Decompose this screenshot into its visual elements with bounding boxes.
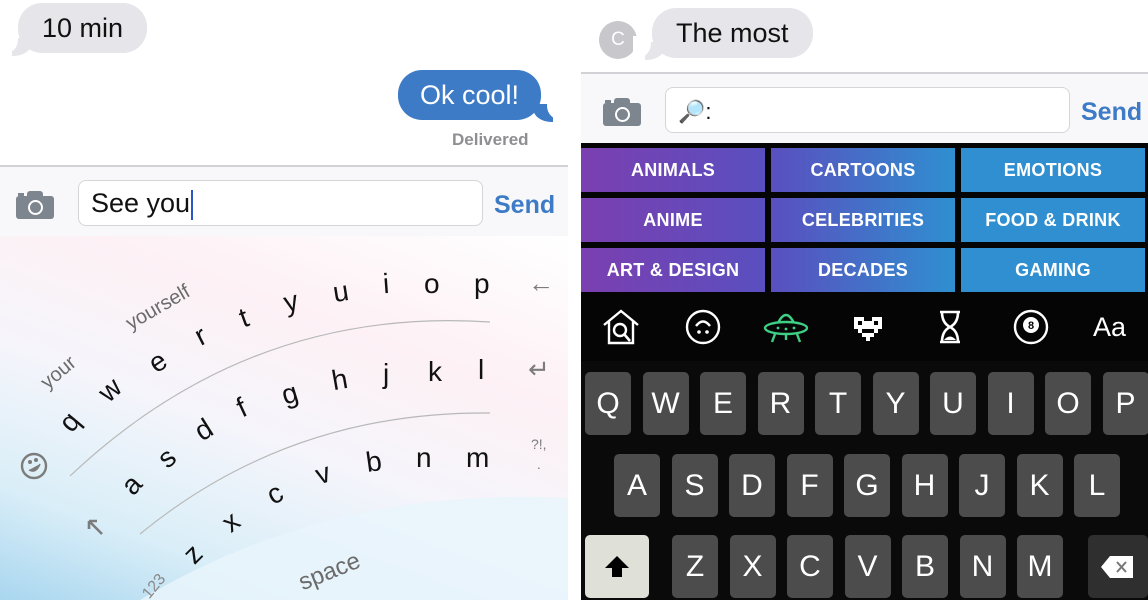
svg-text:8: 8 — [1028, 320, 1034, 332]
key-s[interactable]: S — [671, 454, 718, 517]
eight-ball-icon[interactable]: 8 — [1011, 307, 1051, 347]
key-f[interactable]: F — [786, 454, 833, 517]
category-grid: ANIMALS CARTOONS EMOTIONS ANIME CELEBRITIES F… — [581, 143, 1148, 295]
emoji-icon[interactable] — [20, 452, 48, 480]
key-p[interactable]: p — [474, 268, 490, 300]
category-tile-cartoons[interactable]: CARTOONS — [771, 148, 955, 192]
message-composer: See you Send — [0, 165, 568, 237]
ufo-icon[interactable] — [761, 307, 811, 347]
camera-icon[interactable] — [603, 98, 641, 126]
search-input[interactable]: 🔎: — [665, 87, 1070, 133]
key-n[interactable]: N — [959, 535, 1006, 598]
key-j[interactable]: J — [959, 454, 1005, 517]
key-v[interactable]: V — [844, 535, 891, 598]
outgoing-message-bubble: Ok cool! — [398, 70, 542, 120]
backspace-arrow-icon[interactable]: ← — [528, 268, 554, 299]
swipe-keyboard[interactable]: your yourself q w e r t y u i o p a s d … — [0, 236, 568, 600]
search-prefix: 🔎: — [678, 99, 712, 124]
key-a[interactable]: A — [614, 454, 660, 517]
message-input[interactable]: See you — [78, 180, 483, 226]
category-tile-anime[interactable]: ANIME — [581, 198, 765, 242]
bubble-tail — [0, 32, 32, 56]
home-search-icon[interactable] — [601, 307, 641, 347]
key-n[interactable]: n — [416, 442, 432, 474]
punctuation-key[interactable]: ?!, . — [531, 436, 547, 472]
message-composer: 🔎: Send — [581, 72, 1148, 145]
shift-icon[interactable] — [585, 535, 649, 598]
pixel-heart-icon[interactable] — [848, 307, 888, 347]
input-value: See you — [91, 188, 191, 218]
key-o[interactable]: o — [424, 268, 440, 300]
key-u[interactable]: U — [930, 372, 976, 435]
key-p[interactable]: P — [1102, 372, 1148, 435]
category-tile-art-design[interactable]: ART & DESIGN — [581, 248, 765, 292]
key-w[interactable]: W — [642, 372, 689, 435]
key-o[interactable]: O — [1045, 372, 1091, 435]
avatar[interactable]: C — [599, 21, 637, 59]
key-k[interactable]: k — [428, 356, 442, 388]
incoming-message-bubble: 10 min — [18, 3, 148, 53]
key-h[interactable]: H — [901, 454, 948, 517]
swipe-keyboard-panel: 10 min Ok cool! Delivered See you Send y… — [0, 0, 568, 600]
delivered-status: Delivered — [452, 130, 529, 149]
message-text: The most — [676, 18, 789, 48]
bubble-tail — [633, 36, 665, 60]
key-j[interactable]: j — [383, 358, 389, 390]
category-tile-food-drink[interactable]: FOOD & DRINK — [961, 198, 1145, 242]
message-text: Ok cool! — [420, 80, 520, 110]
upside-down-face-icon[interactable] — [683, 307, 723, 347]
key-d[interactable]: D — [729, 454, 775, 517]
bubble-tail — [533, 98, 565, 122]
send-button[interactable]: Send — [1081, 98, 1142, 127]
message-text: 10 min — [42, 13, 124, 43]
key-z[interactable]: Z — [672, 535, 718, 598]
key-m[interactable]: M — [1017, 535, 1063, 598]
text-icon[interactable]: Aa — [1093, 307, 1133, 347]
key-k[interactable]: K — [1016, 454, 1063, 517]
category-tile-gaming[interactable]: GAMING — [961, 248, 1145, 292]
key-b[interactable]: B — [902, 535, 948, 598]
punctuation-label: ?!, — [531, 436, 547, 452]
return-icon[interactable]: ↵ — [528, 354, 550, 385]
key-c[interactable]: C — [787, 535, 833, 598]
shift-arrow-icon[interactable] — [84, 516, 108, 540]
key-t[interactable]: T — [815, 372, 861, 435]
category-tile-celebrities[interactable]: CELEBRITIES — [771, 198, 955, 242]
send-button[interactable]: Send — [494, 191, 555, 220]
incoming-message-bubble: The most — [652, 8, 813, 58]
text-caret — [191, 189, 194, 220]
category-tile-emotions[interactable]: EMOTIONS — [961, 148, 1145, 192]
key-y[interactable]: Y — [872, 372, 919, 435]
key-g[interactable]: G — [844, 454, 890, 517]
key-i[interactable]: I — [987, 372, 1034, 435]
category-icon-bar: 8 Aa — [581, 295, 1148, 361]
category-tile-animals[interactable]: ANIMALS — [581, 148, 765, 192]
category-tile-decades[interactable]: DECADES — [771, 248, 955, 292]
key-m[interactable]: m — [466, 442, 489, 474]
key-e[interactable]: E — [700, 372, 746, 435]
delete-icon[interactable] — [1088, 535, 1148, 598]
qwerty-keyboard: QWERTYUIOP ASDFGHJKL ZXCVBNM — [581, 361, 1148, 600]
hourglass-icon[interactable] — [930, 307, 970, 347]
key-q[interactable]: Q — [585, 372, 631, 435]
key-l[interactable]: L — [1074, 454, 1120, 517]
key-l[interactable]: l — [478, 354, 484, 386]
gif-keyboard-panel: C The most 🔎: Send ANIMALS CARTOONS EMOTIO… — [581, 0, 1148, 600]
camera-icon[interactable] — [16, 191, 54, 219]
key-x[interactable]: X — [729, 535, 776, 598]
punctuation-sub: . — [536, 456, 541, 472]
key-r[interactable]: R — [757, 372, 804, 435]
